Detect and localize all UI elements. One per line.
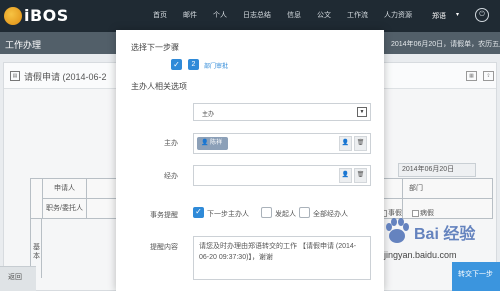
back-button[interactable]: 返回 <box>0 266 36 291</box>
user-chip[interactable]: 👤 陈祥 <box>197 137 229 150</box>
user-menu[interactable]: 郑语 <box>432 11 446 21</box>
date-field[interactable]: 2014年06月20日 <box>398 163 476 177</box>
page-title: 工作办理 <box>5 40 42 50</box>
form-icon: ▤ <box>10 71 20 81</box>
reminder-content-textarea[interactable]: 请您及时办理由郑语转交的工作 【请假申请 (2014-06-20 09:37:3… <box>193 236 371 280</box>
logo-text: iBOS <box>24 6 69 25</box>
step-number-badge: 2 <box>188 59 199 70</box>
power-icon[interactable]: ⏻ <box>475 8 489 22</box>
handler-type-select[interactable]: 主办 ▼ <box>193 103 371 121</box>
watermark-url: jingyan.baidu.com <box>384 250 457 260</box>
table-cell <box>31 179 43 219</box>
chevron-down-icon: ▼ <box>357 107 367 117</box>
print-icon[interactable]: ▦ <box>466 71 477 81</box>
form-title: 请假申请 (2014-06-2 <box>24 72 107 82</box>
nav-item-personal[interactable]: 个人 <box>205 0 235 32</box>
notice-text: 2014年06月20日，请假单，农历五月 <box>391 41 500 48</box>
trash-icon[interactable]: 🗑 <box>354 168 367 183</box>
reminder-all-handlers-checkbox[interactable] <box>299 207 310 218</box>
user-select-icon[interactable]: 👤 <box>339 136 352 151</box>
check-icon[interactable]: ✓ <box>171 59 182 70</box>
position-label: 职务/委托人 <box>43 199 87 219</box>
reminder-content-label: 提醒内容 <box>150 244 178 251</box>
user-select-icon[interactable]: 👤 <box>339 168 352 183</box>
ibos-logo[interactable]: iBOS <box>4 5 72 27</box>
baidu-paw-logo <box>386 218 409 243</box>
main-nav: 首页 邮件 个人 日志总结 信息 公文 工作流 人力资源 <box>145 0 420 32</box>
logo-mark-icon <box>4 7 22 25</box>
nav-item-mail[interactable]: 邮件 <box>175 0 205 32</box>
nav-item-docs[interactable]: 公文 <box>309 0 339 32</box>
user-icon: 👤 <box>201 140 209 146</box>
reminder-initiator-label: 发起人 <box>275 211 296 218</box>
reminder-label: 事务提醒 <box>150 212 178 219</box>
co-handler-field[interactable]: 👤 🗑 <box>193 165 371 186</box>
nav-item-hr[interactable]: 人力资源 <box>376 0 420 32</box>
main-handler-field[interactable]: 👤 陈祥 👤 🗑 <box>193 133 371 154</box>
reminder-next-handler-label: 下一步主办人 <box>207 211 249 218</box>
next-step-dialog: 选择下一步骤 ✓ 2 部门审批 主办人相关选项 主办 ▼ 主办 👤 陈祥 👤 🗑… <box>116 30 384 291</box>
nav-item-workflow[interactable]: 工作流 <box>339 0 376 32</box>
section-vertical-label: 基本 <box>33 244 40 260</box>
handler-options-title: 主办人相关选项 <box>131 82 187 91</box>
nav-item-diary[interactable]: 日志总结 <box>235 0 279 32</box>
co-handler-label: 经办 <box>164 173 178 180</box>
export-icon[interactable]: ⇪ <box>483 71 494 81</box>
top-navbar: iBOS 首页 邮件 个人 日志总结 信息 公文 工作流 人力资源 郑语 ▾ ⏻ <box>0 0 500 32</box>
nav-item-info[interactable]: 信息 <box>279 0 309 32</box>
watermark-brand: Bai 经验 <box>414 226 476 243</box>
reminder-next-handler-checkbox[interactable]: ✓ <box>193 207 204 218</box>
reminder-initiator-checkbox[interactable] <box>261 207 272 218</box>
baidu-jingyan-watermark: Bai 经验 jingyan.baidu.com <box>376 214 498 270</box>
trash-icon[interactable]: 🗑 <box>354 136 367 151</box>
next-step-title: 选择下一步骤 <box>131 43 179 52</box>
step-option-dept-approval[interactable]: 部门审批 <box>204 61 228 70</box>
user-chip-label: 陈祥 <box>210 140 223 146</box>
applicant-label: 申请人 <box>43 179 87 199</box>
reminder-all-handlers-label: 全部经办人 <box>313 211 348 218</box>
main-handler-label: 主办 <box>164 140 178 147</box>
select-value: 主办 <box>202 112 215 118</box>
chevron-down-icon[interactable]: ▾ <box>456 11 459 18</box>
dept-label: 部门 <box>403 179 493 199</box>
nav-item-home[interactable]: 首页 <box>145 0 175 32</box>
